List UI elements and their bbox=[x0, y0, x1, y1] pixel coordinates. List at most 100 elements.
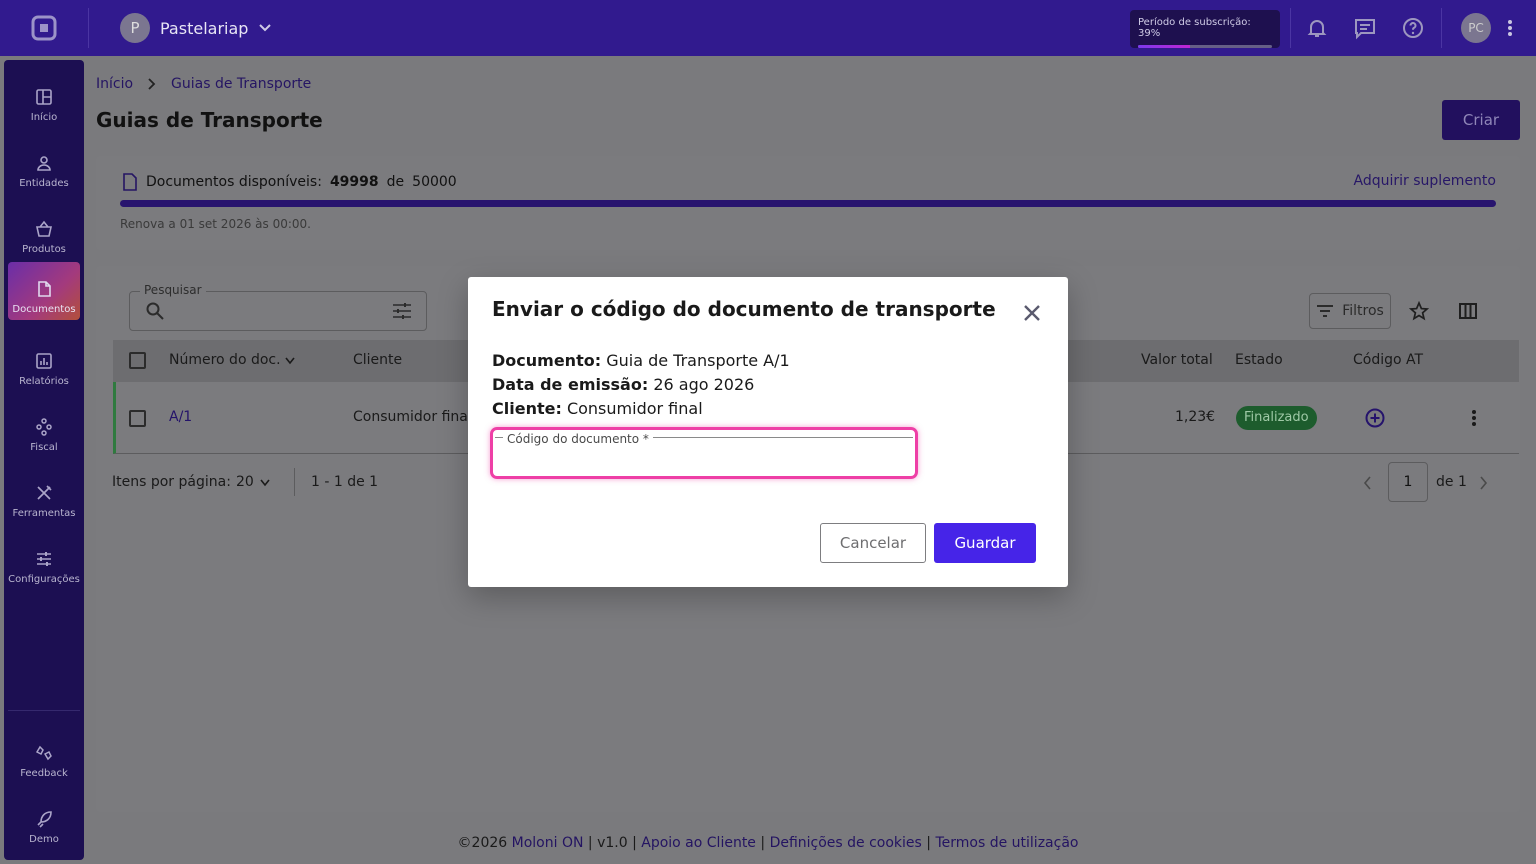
sidebar-item-relatorios[interactable]: Relatórios bbox=[8, 334, 80, 392]
column-header[interactable]: Código AT bbox=[1353, 352, 1423, 368]
sidebar-item-produtos[interactable]: Produtos bbox=[8, 202, 80, 260]
filters-button[interactable]: Filtros bbox=[1309, 293, 1391, 329]
footer-cookies-link[interactable]: Definições de cookies bbox=[770, 835, 922, 851]
footer-terms-link[interactable]: Termos de utilização bbox=[935, 835, 1078, 851]
quota-progress-bar bbox=[120, 200, 1496, 207]
items-per-page-label: Itens por página: bbox=[112, 474, 231, 490]
rocket-icon bbox=[37, 811, 52, 828]
app-logo-icon[interactable] bbox=[30, 14, 58, 42]
chat-icon[interactable] bbox=[1353, 16, 1377, 40]
sidebar-item-label: Documentos bbox=[12, 304, 76, 315]
chevron-down-icon[interactable] bbox=[260, 479, 270, 487]
document-info: Documento: Guia de Transporte A/1 bbox=[492, 351, 790, 370]
search-icon bbox=[146, 302, 164, 320]
create-button[interactable]: Criar bbox=[1442, 100, 1520, 140]
divider bbox=[1441, 8, 1442, 48]
search-input[interactable]: Pesquisar bbox=[129, 283, 427, 331]
sidebar-item-documentos[interactable]: Documentos bbox=[8, 262, 80, 320]
chevron-right-icon[interactable] bbox=[1478, 476, 1488, 490]
person-icon bbox=[37, 156, 51, 171]
sidebar-item-inicio[interactable]: Início bbox=[8, 70, 80, 128]
sidebar-item-label: Configurações bbox=[8, 574, 80, 585]
client-cell: Consumidor final bbox=[353, 409, 472, 425]
company-selector[interactable]: P Pastelariap bbox=[120, 13, 272, 43]
save-button[interactable]: Guardar bbox=[934, 523, 1036, 563]
divider bbox=[1290, 8, 1291, 48]
quota-label: Documentos disponíveis: bbox=[146, 174, 322, 190]
add-circle-icon[interactable] bbox=[1365, 408, 1385, 428]
select-all-checkbox[interactable] bbox=[129, 352, 146, 369]
footer-brand-link[interactable]: Moloni ON bbox=[512, 835, 584, 851]
column-header[interactable]: Estado bbox=[1235, 352, 1283, 368]
breadcrumb-home[interactable]: Início bbox=[96, 76, 133, 92]
sidebar-item-label: Relatórios bbox=[19, 376, 69, 387]
documents-available: Documentos disponíveis: 49998 de 50000 bbox=[122, 173, 457, 191]
client-info: Cliente: Consumidor final bbox=[492, 399, 703, 418]
renew-text: Renova a 01 set 2026 às 00:00. bbox=[120, 217, 311, 231]
basket-icon bbox=[36, 220, 52, 237]
sidebar-divider bbox=[8, 710, 80, 711]
sidebar-item-configuracoes[interactable]: Configurações bbox=[8, 532, 80, 590]
pagination-total: de 1 bbox=[1436, 474, 1467, 490]
cancel-button[interactable]: Cancelar bbox=[820, 523, 926, 563]
sidebar-item-label: Fiscal bbox=[30, 442, 58, 453]
bell-icon[interactable] bbox=[1305, 16, 1329, 40]
page-title: Guias de Transporte bbox=[96, 108, 323, 132]
user-avatar[interactable]: PC bbox=[1461, 13, 1491, 43]
sidebar-item-feedback[interactable]: Feedback bbox=[8, 726, 80, 784]
columns-icon[interactable] bbox=[1458, 301, 1478, 321]
close-icon[interactable] bbox=[1020, 301, 1044, 325]
issue-date-value: 26 ago 2026 bbox=[653, 375, 755, 394]
column-header[interactable]: Cliente bbox=[353, 352, 402, 368]
dialog-title: Enviar o código do documento de transpor… bbox=[492, 297, 996, 321]
document-number-link[interactable]: A/1 bbox=[169, 409, 192, 425]
client-value: Consumidor final bbox=[566, 399, 703, 418]
send-code-dialog: Enviar o código do documento de transpor… bbox=[468, 277, 1068, 587]
sidebar: Início Entidades Produtos Documentos Rel… bbox=[4, 60, 84, 860]
sidebar-item-label: Entidades bbox=[19, 178, 69, 189]
items-per-page-select[interactable]: 20 bbox=[236, 474, 254, 490]
company-avatar: P bbox=[120, 13, 150, 43]
sidebar-item-label: Ferramentas bbox=[12, 508, 76, 519]
page-number-input[interactable]: 1 bbox=[1388, 462, 1428, 502]
sidebar-item-ferramentas[interactable]: Ferramentas bbox=[8, 466, 80, 524]
document-value: Guia de Transporte A/1 bbox=[606, 351, 790, 370]
subscription-label: Período de subscrição: 39% bbox=[1138, 17, 1251, 39]
sidebar-item-entidades[interactable]: Entidades bbox=[8, 136, 80, 194]
subscription-progress bbox=[1138, 45, 1272, 48]
top-bar: P Pastelariap Período de subscrição: 39%… bbox=[0, 0, 1536, 56]
star-icon[interactable] bbox=[1409, 301, 1429, 321]
pagination-range: 1 - 1 de 1 bbox=[311, 474, 379, 490]
dashboard-icon bbox=[36, 89, 52, 105]
chevron-down-icon[interactable] bbox=[285, 357, 295, 365]
more-vertical-icon[interactable] bbox=[1503, 16, 1517, 40]
chevron-left-icon[interactable] bbox=[1363, 476, 1373, 490]
column-header[interactable]: Número do doc. bbox=[169, 352, 281, 368]
client-label: Cliente: bbox=[492, 399, 562, 418]
feedback-icon bbox=[35, 745, 52, 761]
subscription-period[interactable]: Período de subscrição: 39% bbox=[1130, 10, 1280, 48]
buy-supplement-link[interactable]: Adquirir suplemento bbox=[1354, 173, 1496, 189]
document-code-input[interactable] bbox=[503, 448, 903, 472]
column-header[interactable]: Valor total bbox=[1141, 352, 1213, 368]
footer-version: v1.0 bbox=[597, 835, 628, 851]
row-checkbox[interactable] bbox=[129, 410, 146, 427]
document-label: Documento: bbox=[492, 351, 602, 370]
filter-icon bbox=[1317, 305, 1334, 317]
footer-copyright: ©2026 bbox=[457, 835, 508, 851]
help-icon[interactable] bbox=[1401, 16, 1425, 40]
sidebar-item-label: Início bbox=[30, 112, 58, 123]
footer-support-link[interactable]: Apoio ao Cliente bbox=[641, 835, 756, 851]
filter-settings-icon[interactable] bbox=[392, 302, 412, 320]
quota-separator: de bbox=[386, 174, 405, 190]
sidebar-item-fiscal[interactable]: Fiscal bbox=[8, 400, 80, 458]
document-code-label: Código do documento * bbox=[503, 432, 653, 446]
footer: ©2026 Moloni ON | v1.0 | Apoio ao Client… bbox=[457, 835, 1079, 851]
sidebar-item-label: Produtos bbox=[22, 244, 66, 255]
more-vertical-icon[interactable] bbox=[1470, 408, 1478, 428]
document-code-field[interactable]: Código do documento * bbox=[490, 427, 918, 479]
total-cell: 1,23€ bbox=[1175, 409, 1216, 425]
issue-date-info: Data de emissão: 26 ago 2026 bbox=[492, 375, 754, 394]
breadcrumb-current[interactable]: Guias de Transporte bbox=[171, 76, 311, 92]
filters-label: Filtros bbox=[1342, 303, 1384, 319]
